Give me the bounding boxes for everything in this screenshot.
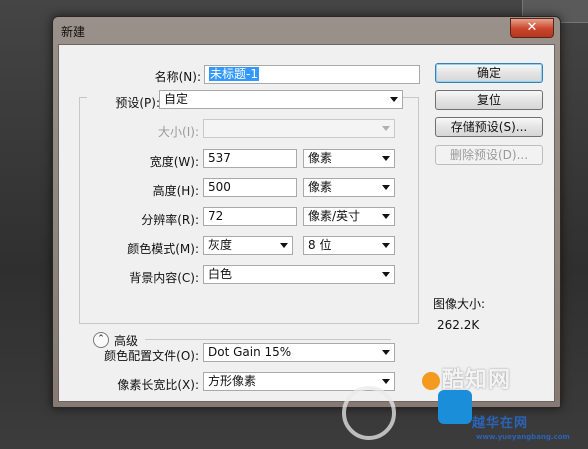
bit-depth-select[interactable]: 8 位 [303, 236, 395, 255]
watermark: 酷知网 越华在网 www.yueyangbang.com [330, 360, 588, 449]
resolution-input[interactable]: 72 [203, 207, 297, 226]
width-label: 宽度(W): [149, 155, 199, 169]
chevron-down-icon [382, 214, 390, 219]
advanced-divider [145, 339, 391, 340]
size-label: 大小(I): [158, 125, 199, 139]
dialog-client-area: 名称(N): 未标题-1 预设(P): 自定 大小(I): 宽度(W): 537… [58, 44, 555, 402]
resolution-unit-select[interactable]: 像素/英寸 [303, 207, 395, 226]
dialog-title: 新建 [61, 25, 86, 39]
preset-value: 自定 [164, 92, 189, 106]
pixel-aspect-label: 像素长宽比(X): [117, 378, 199, 392]
chevron-down-icon [382, 185, 390, 190]
name-input[interactable]: 未标题-1 [204, 65, 420, 84]
resolution-label: 分辨率(R): [141, 213, 199, 227]
background-content-label: 背景内容(C): [129, 271, 199, 285]
size-select[interactable] [203, 119, 395, 138]
chevron-down-icon [382, 126, 390, 131]
width-input[interactable]: 537 [203, 149, 297, 168]
watermark-logo-icon [422, 372, 440, 390]
close-button[interactable]: ✕ [510, 18, 554, 38]
color-mode-select[interactable]: 灰度 [203, 236, 293, 255]
collapse-up-icon: ⌃ [97, 334, 105, 344]
color-mode-value: 灰度 [208, 238, 233, 252]
chevron-down-icon [382, 350, 390, 355]
chevron-down-icon [382, 272, 390, 277]
background-content-select[interactable]: 白色 [203, 265, 395, 284]
watermark-leaf-icon [438, 390, 472, 424]
height-unit-select[interactable]: 像素 [303, 178, 395, 197]
background-content-value: 白色 [208, 267, 233, 281]
image-size-value: 262.2K [437, 318, 480, 332]
save-preset-button[interactable]: 存储预设(S)... [435, 117, 543, 137]
close-icon: ✕ [526, 20, 538, 35]
pixel-aspect-value: 方形像素 [208, 374, 257, 388]
height-unit: 像素 [308, 180, 333, 194]
preset-label: 预设(P): [87, 94, 163, 111]
color-profile-value: Dot Gain 15% [208, 345, 292, 359]
delete-preset-button[interactable]: 删除预设(D)... [435, 145, 543, 165]
name-value: 未标题-1 [209, 67, 259, 81]
chevron-down-icon [382, 156, 390, 161]
color-profile-label: 颜色配置文件(O): [104, 349, 199, 363]
height-value: 500 [208, 180, 231, 194]
watermark-circle-icon [342, 386, 396, 440]
color-mode-label: 颜色模式(M): [127, 242, 199, 256]
chevron-down-icon [390, 97, 398, 102]
resolution-unit: 像素/英寸 [308, 209, 361, 223]
new-document-dialog: 新建 ✕ 名称(N): 未标题-1 预设(P): 自定 大小(I): 宽度(W)… [52, 16, 561, 408]
ok-button[interactable]: 确定 [435, 63, 543, 83]
reset-button[interactable]: 复位 [435, 90, 543, 110]
width-unit-select[interactable]: 像素 [303, 149, 395, 168]
width-value: 537 [208, 151, 231, 165]
dialog-titlebar[interactable]: 新建 ✕ [53, 17, 560, 44]
width-unit: 像素 [308, 151, 333, 165]
resolution-value: 72 [208, 209, 224, 223]
preset-select[interactable]: 自定 [159, 90, 403, 109]
advanced-toggle[interactable]: ⌃ [93, 332, 109, 348]
height-label: 高度(H): [152, 184, 199, 198]
bit-depth-value: 8 位 [308, 238, 332, 252]
watermark-url: www.yueyangbang.com [476, 433, 570, 441]
chevron-down-icon [382, 243, 390, 248]
watermark-site-name: 越华在网 [472, 416, 529, 431]
height-input[interactable]: 500 [203, 178, 297, 197]
chevron-down-icon [280, 243, 288, 248]
image-size-title: 图像大小: [433, 297, 486, 311]
name-label: 名称(N): [154, 70, 201, 84]
